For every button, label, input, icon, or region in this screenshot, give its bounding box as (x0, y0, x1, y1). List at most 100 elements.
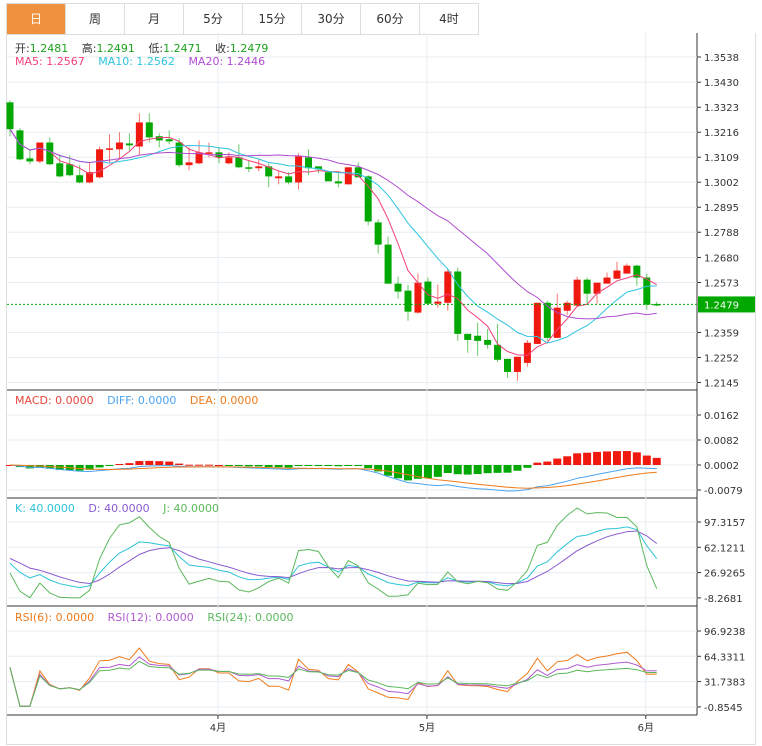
candle-body (404, 290, 412, 312)
candle-body (96, 149, 104, 178)
candle (553, 293, 561, 338)
macd-bar (135, 461, 144, 465)
candle-body (583, 279, 591, 294)
candle (155, 133, 163, 148)
macd-bar (344, 465, 353, 466)
macd-bar (583, 452, 592, 465)
macd-bar (214, 464, 223, 466)
candle (404, 284, 412, 321)
candle-body (66, 164, 74, 176)
x-tick-label: 6月 (638, 722, 654, 734)
macd-bar (642, 455, 651, 465)
candle (215, 147, 223, 164)
macd-bar (513, 465, 522, 471)
macd-bar (324, 465, 333, 466)
candle (513, 356, 521, 381)
macd-bar (503, 465, 512, 473)
candle-body (374, 222, 382, 245)
candle-body (613, 270, 621, 279)
candle-body (106, 148, 113, 150)
rsi-tick-label: 64.3311 (704, 652, 745, 663)
current-price-label: 1.2479 (704, 300, 739, 311)
rsi6-line (9, 647, 657, 707)
candle (324, 171, 332, 182)
ma10-value: MA10: 1.2562 (98, 55, 175, 68)
candle (185, 147, 193, 171)
kdj-tick-label: 97.3157 (704, 518, 745, 529)
candle-body (305, 157, 312, 169)
candle (115, 132, 123, 159)
rsi12-value: RSI(12): 0.0000 (107, 611, 194, 624)
macd-bar (155, 461, 164, 465)
macd-tick-label: 0.0082 (704, 436, 739, 447)
macd-bar (205, 464, 213, 466)
candle (623, 263, 631, 274)
macd-bar (404, 465, 412, 481)
macd-bar (573, 453, 582, 465)
price-tick-label: 1.3216 (704, 128, 739, 139)
candle-body (464, 333, 472, 340)
candle-body (145, 122, 153, 138)
macd-bar (463, 465, 472, 475)
macd-bar (185, 464, 194, 466)
candle-body (285, 176, 293, 183)
macd-bar (264, 465, 273, 467)
candle-body (643, 277, 651, 305)
candle (344, 167, 352, 185)
candle-body (115, 142, 123, 150)
candle-body (295, 156, 303, 183)
candle (6, 100, 14, 137)
candle (364, 175, 372, 226)
candle (145, 113, 153, 143)
candle-body (474, 335, 482, 341)
candle (125, 133, 133, 151)
macd-bar (115, 464, 124, 466)
candle (374, 219, 382, 254)
macd-bar (612, 451, 621, 465)
rsi6-value: RSI(6): 0.0000 (15, 611, 95, 624)
macd-bar (493, 465, 502, 473)
macd-bar (234, 465, 243, 466)
candle (394, 276, 402, 299)
candle-body (494, 344, 502, 360)
candle-body (334, 181, 342, 184)
open-label: 开: (15, 42, 30, 55)
d-value: D: 40.0000 (88, 502, 150, 515)
rsi-tick-label: -0.8545 (704, 703, 743, 714)
candle-body (424, 281, 432, 304)
candle (573, 276, 581, 307)
macd-bar (523, 465, 532, 468)
macd-bar (533, 462, 542, 465)
candle-body (225, 157, 233, 164)
macd-bar (95, 465, 104, 468)
rsi-legend: RSI(6): 0.0000 RSI(12): 0.0000 RSI(24): … (15, 611, 303, 624)
macd-bar (224, 465, 233, 466)
candle-body (434, 301, 442, 304)
price-tick-label: 1.3323 (704, 103, 739, 114)
macd-bar (622, 451, 631, 465)
candle-body (603, 277, 611, 284)
candle (36, 142, 44, 164)
candle-body (245, 167, 253, 169)
candle-body (444, 271, 452, 303)
price-tick-label: 1.3109 (704, 153, 739, 164)
macd-bar (294, 465, 303, 466)
candle-body (384, 244, 392, 284)
candle-body (275, 176, 283, 179)
candle-body (185, 162, 193, 166)
kline-chart[interactable]: 1.3538 1.3430 1.3323 1.3216 1.3109 1.3002 1.28… (0, 0, 762, 746)
candle-body (394, 283, 402, 292)
price-tick-label: 1.2573 (704, 278, 739, 289)
macd-bar (244, 465, 253, 467)
macd-value: MACD: 0.0000 (15, 394, 94, 407)
candle-body (36, 142, 44, 162)
low-label: 低: (148, 42, 164, 55)
price-tick-label: 1.2788 (704, 228, 739, 239)
macd-bar (384, 465, 393, 476)
candle (384, 236, 392, 284)
price-tick-label: 1.2252 (704, 353, 739, 364)
macd-bar (603, 451, 611, 465)
candle-body (504, 358, 511, 372)
macd-bar (195, 464, 204, 466)
macd-bar (284, 465, 293, 468)
